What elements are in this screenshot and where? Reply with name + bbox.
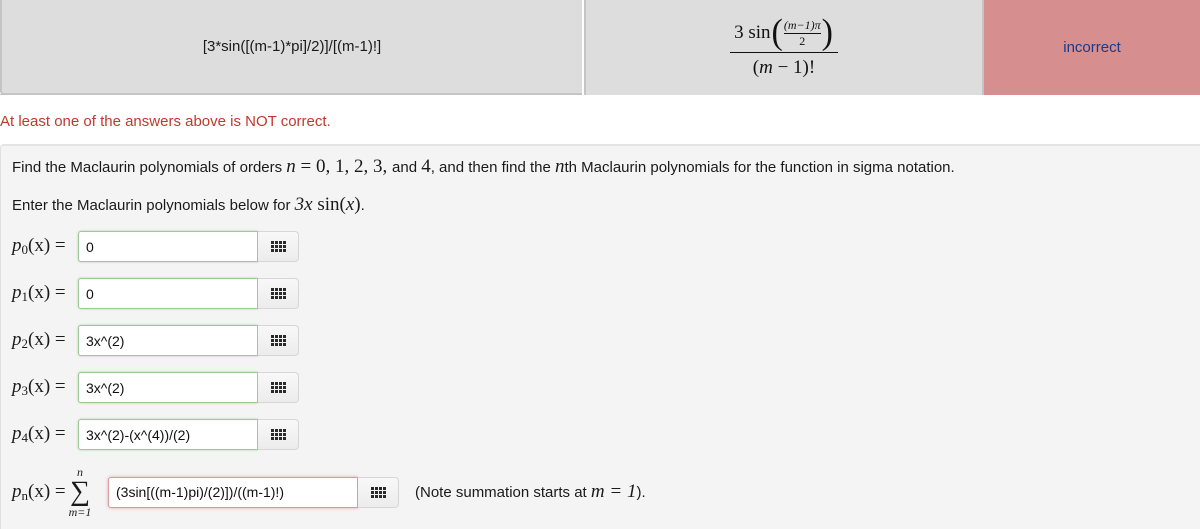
equation-palette-button-p4[interactable] [258,419,299,450]
answer-label-p1: p1(x) = [12,282,66,304]
answer-input-p2[interactable] [78,325,258,356]
answer-label-p2: p2(x) = [12,329,66,351]
incorrect-warning-message: At least one of the answers above is NOT… [0,113,331,130]
math-four: 4 [421,156,431,177]
answer-input-p1[interactable] [78,278,258,309]
answer-input-p3[interactable] [78,372,258,403]
result-status-cell: incorrect [982,0,1200,95]
instruction-mid: , and then find the [430,159,555,176]
equation-palette-button-p1[interactable] [258,278,299,309]
equation-palette-button-p0[interactable] [258,231,299,262]
problem-body: Find the Maclaurin polynomials of orders… [0,144,1200,529]
preview-den-rest: − 1)! [772,57,816,78]
sigma-lower-limit: m=1 [68,505,92,519]
answer-input-p0[interactable] [78,231,258,262]
results-table: [3*sin([(m-1)*pi]/2)]/[(m-1)!] 3 sin ( (… [0,0,1200,95]
answer-preview-cell: 3 sin ( (m−1)π 2 ) (m − 1)! [584,0,982,95]
sigma-glyph: ∑ [70,476,90,507]
grid-icon [270,429,286,440]
grid-icon [270,288,286,299]
answer-label-p3: p3(x) = [12,376,66,398]
grid-icon [370,486,386,498]
math-n: n [286,156,296,177]
answer-label-p4: p4(x) = [12,423,66,445]
sigma-symbol: n ∑ m=1 [69,466,92,518]
instruction-and: and [392,159,422,176]
entered-answer-cell: [3*sin([(m-1)*pi]/2)]/[(m-1)!] [0,0,582,95]
entered-answer-text: [3*sin([(m-1)*pi]/2)]/[(m-1)!] [202,38,382,55]
preview-inner-fraction: (m−1)π 2 [783,17,821,48]
answer-row-p3: p3(x) = [12,371,299,404]
preview-denominator: (m − 1)! [753,53,815,79]
result-status-text: incorrect [1063,39,1121,56]
math-orders: = 0, 1, 2, 3, [295,156,393,177]
answer-label-p0: p0(x) = [12,235,66,257]
instruction-text: Find the Maclaurin polynomials of orders [12,159,287,176]
preview-close-paren: ) [821,13,833,52]
note-math: m = 1 [590,481,637,502]
grid-icon [270,335,286,346]
answer-input-p4[interactable] [78,419,258,450]
answer-label-pn: pn(x) = n ∑ m=1 [12,465,92,519]
function-period: . [360,197,365,214]
answer-row-p2: p2(x) = [12,324,299,357]
answer-row-pn: pn(x) = n ∑ m=1 (Note summation starts a… [12,466,646,518]
instruction-post: th Maclaurin polynomials for the functio… [564,159,955,176]
function-intro-text: Enter the Maclaurin polynomials below fo… [12,197,295,214]
preview-open-paren: ( [771,13,783,52]
summation-note: (Note summation starts at m = 1). [415,481,646,502]
grid-icon [270,241,286,252]
preview-den-var: m [759,57,773,78]
grid-icon [270,382,286,393]
math-function: 3x sin(x) [294,194,361,215]
preview-func: sin [748,22,771,43]
answer-row-p0: p0(x) = [12,230,299,263]
equation-palette-button-pn[interactable] [358,476,399,508]
answer-input-pn[interactable] [108,476,358,508]
problem-instruction: Find the Maclaurin polynomials of orders… [12,156,955,178]
answer-row-p1: p1(x) = [12,277,299,310]
preview-inner-den: 2 [799,33,806,48]
problem-function-line: Enter the Maclaurin polynomials below fo… [12,194,365,216]
equation-palette-button-p2[interactable] [258,325,299,356]
preview-inner-num: (m−1)π [783,17,821,32]
preview-coef: 3 [734,22,744,43]
answer-row-p4: p4(x) = [12,418,299,451]
answer-preview-math: 3 sin ( (m−1)π 2 ) (m − 1)! [730,13,838,79]
equation-palette-button-p3[interactable] [258,372,299,403]
